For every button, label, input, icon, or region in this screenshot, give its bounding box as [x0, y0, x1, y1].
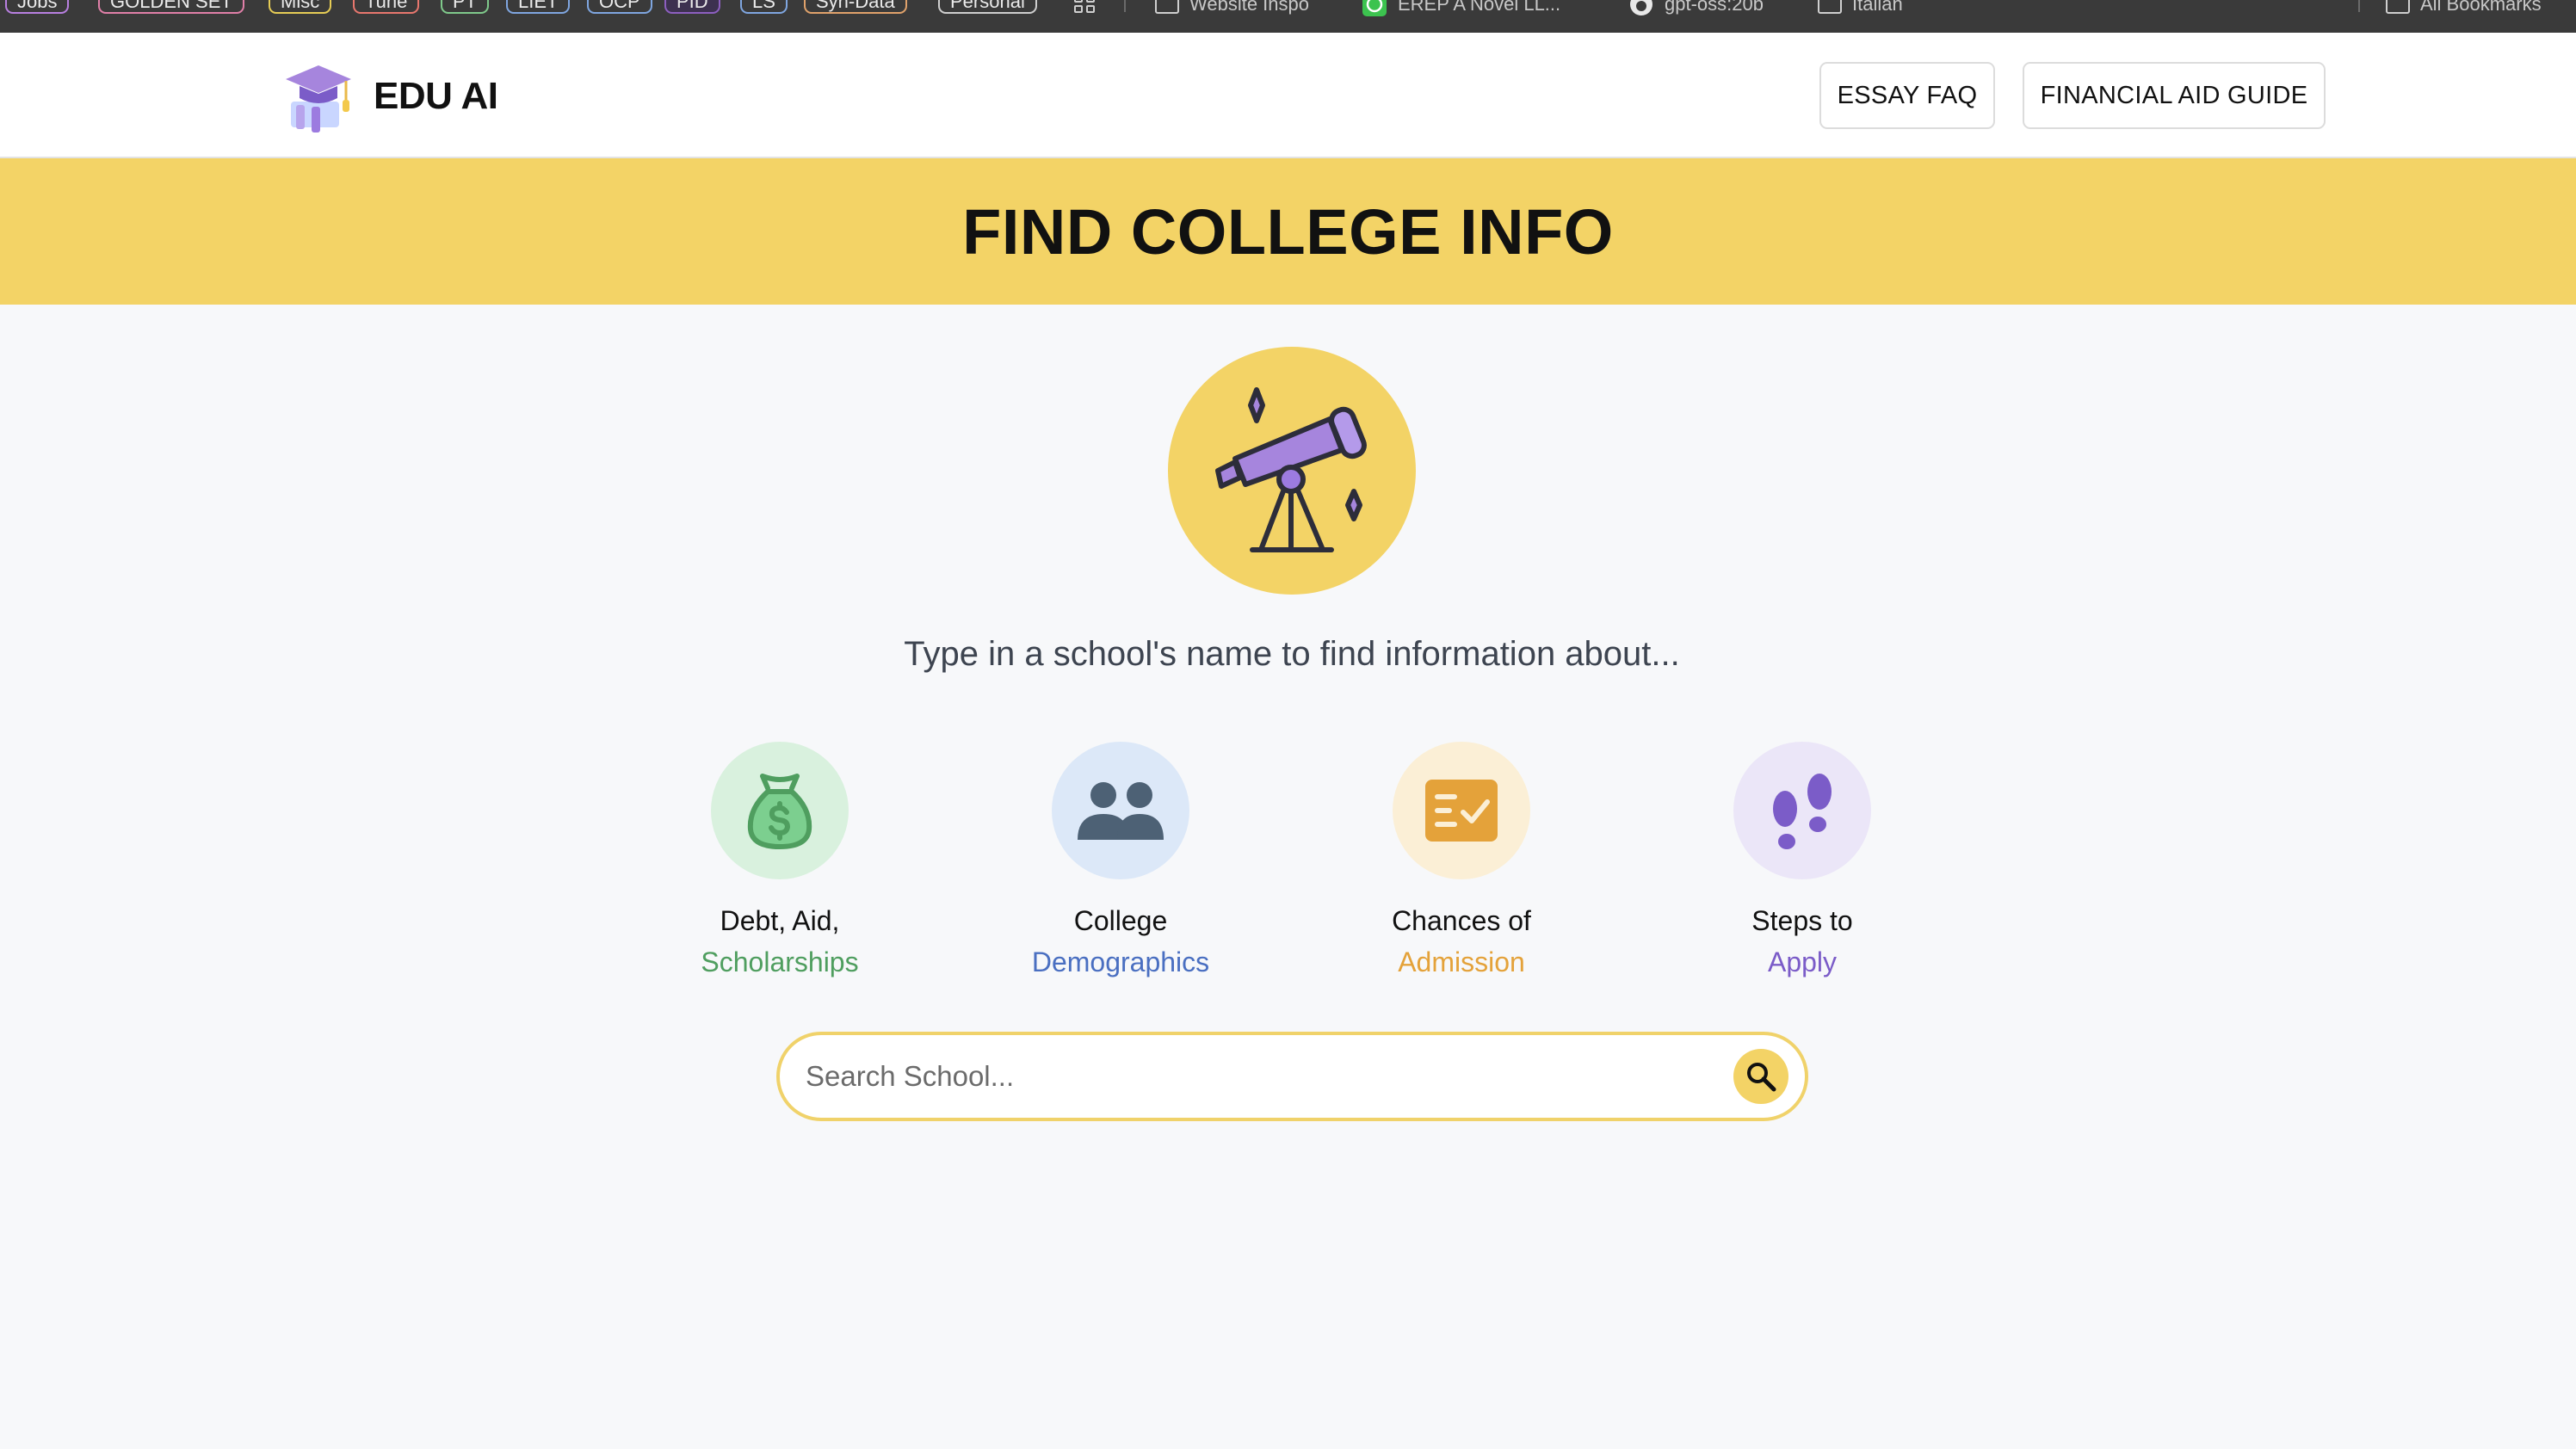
- graduation-cap-icon: [286, 65, 351, 133]
- folder-icon: [1818, 0, 1842, 14]
- feature-icon-circle: [1052, 742, 1189, 879]
- brand[interactable]: EDU AI: [281, 59, 498, 134]
- feature-subtitle: Admission: [1398, 946, 1525, 977]
- school-search-bar: [776, 1032, 1808, 1121]
- bookmark-folder-personal[interactable]: Personal: [938, 0, 1037, 14]
- bookmark-italian[interactable]: Italian: [1818, 0, 1903, 17]
- bookmark-folder-jobs[interactable]: Jobs: [5, 0, 70, 14]
- bookmark-folder-tune[interactable]: Tune: [353, 0, 420, 14]
- feature-subtitle: Scholarships: [701, 946, 859, 977]
- bookmark-gpt-oss[interactable]: gpt-oss:20b: [1628, 0, 1764, 17]
- page-title: FIND COLLEGE INFO: [962, 195, 1614, 268]
- hero-illustration: [1168, 347, 1416, 595]
- feature-title: College: [1073, 905, 1168, 936]
- telescope-icon: [1215, 387, 1367, 552]
- essay-faq-button[interactable]: ESSAY FAQ: [1819, 62, 1995, 129]
- bookmark-folder-ocp[interactable]: OCP: [587, 0, 652, 14]
- footsteps-icon: [1773, 774, 1832, 849]
- bookmark-folder-liet[interactable]: LIET: [506, 0, 571, 14]
- bookmarks-separator: [1124, 0, 1126, 12]
- feature-title: Steps to: [1751, 905, 1853, 936]
- bookmarks-separator: [2358, 0, 2360, 12]
- bookmark-folder-syn-data[interactable]: Syn-Data: [804, 0, 907, 14]
- bookmark-folder-ls[interactable]: LS: [740, 0, 788, 14]
- search-input[interactable]: [806, 1035, 1666, 1118]
- feature-subtitle: Demographics: [1031, 946, 1210, 977]
- bookmark-website-inspo[interactable]: Website Inspo: [1155, 0, 1309, 17]
- bookmark-folder-golden-set[interactable]: GOLDEN SET: [98, 0, 244, 14]
- financial-aid-guide-button[interactable]: FINANCIAL AID GUIDE: [2023, 62, 2326, 129]
- tagline: Type in a school's name to find informat…: [904, 635, 1680, 673]
- feature-title: Debt, Aid,: [720, 905, 840, 936]
- feature-icon-circle: [1393, 742, 1530, 879]
- feature-icon-circle: [711, 742, 849, 879]
- page-banner: FIND COLLEGE INFO: [0, 158, 2576, 305]
- bookmark-erep[interactable]: EREP A Novel LL...: [1362, 0, 1560, 17]
- brand-name: EDU AI: [374, 75, 498, 117]
- bookmarks-bar: Jobs GOLDEN SET Misc Tune PT LIET OCP PI…: [0, 0, 2576, 33]
- feature-debt-aid[interactable]: Debt, Aid, Scholarships: [642, 742, 917, 983]
- feature-steps-apply[interactable]: Steps to Apply: [1665, 742, 1940, 983]
- feature-title: Chances of: [1392, 905, 1531, 936]
- folder-icon: [1155, 0, 1179, 14]
- search-button[interactable]: [1733, 1049, 1788, 1104]
- feature-admission[interactable]: Chances of Admission: [1324, 742, 1599, 983]
- money-bag-icon: [747, 774, 812, 849]
- checklist-icon: [1425, 780, 1498, 842]
- bookmark-folder-pid[interactable]: PID: [664, 0, 720, 14]
- apps-grid-icon[interactable]: [1074, 0, 1096, 13]
- bookmark-folder-misc[interactable]: Misc: [269, 0, 332, 14]
- feature-subtitle: Apply: [1767, 946, 1838, 977]
- folder-icon: [2386, 0, 2410, 14]
- github-icon: [1630, 0, 1652, 15]
- people-icon: [1078, 782, 1164, 840]
- feature-demographics[interactable]: College Demographics: [983, 742, 1258, 983]
- site-header: EDU AI ESSAY FAQ FINANCIAL AID GUIDE: [0, 33, 2576, 158]
- feature-icon-circle: [1733, 742, 1871, 879]
- whatsapp-icon: [1362, 0, 1387, 16]
- bookmark-folder-pt[interactable]: PT: [441, 0, 490, 14]
- bookmark-all-bookmarks[interactable]: All Bookmarks: [2386, 0, 2542, 17]
- search-icon: [1747, 1063, 1776, 1092]
